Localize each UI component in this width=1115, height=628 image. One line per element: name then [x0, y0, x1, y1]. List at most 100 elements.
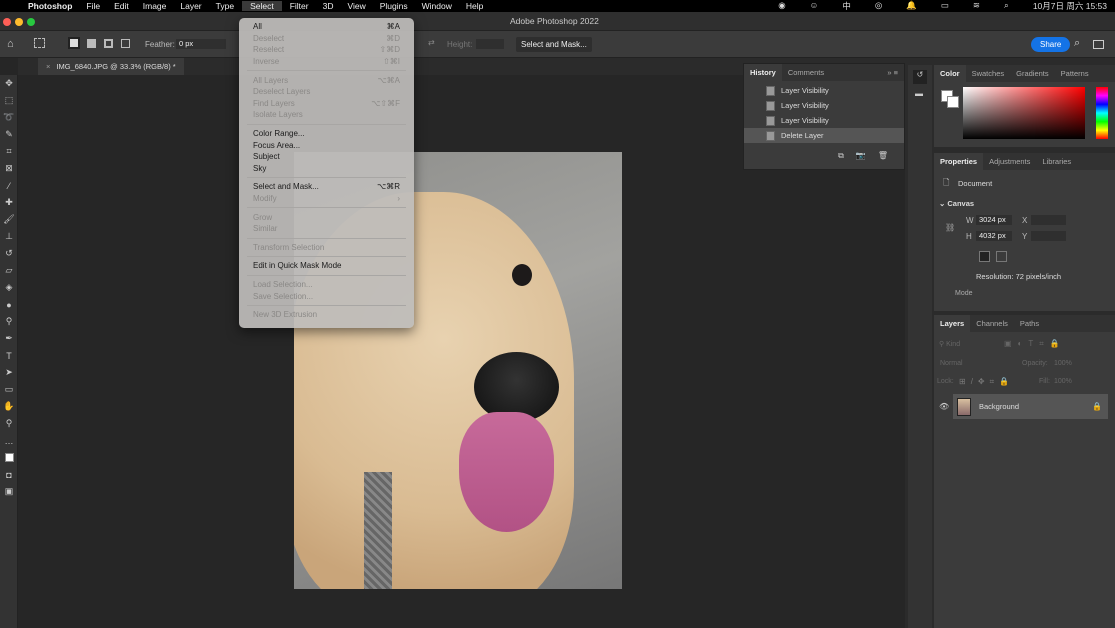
hand-tool-icon[interactable]: ✋ [0, 398, 18, 415]
width-input[interactable]: 3024 px [976, 215, 1012, 225]
document-tab[interactable]: × IMG_6840.JPG @ 33.3% (RGB/8) * [38, 58, 184, 75]
snapshot-camera-icon[interactable]: 📷 [856, 151, 866, 161]
menu-item-all[interactable]: All ⌘A [239, 21, 414, 33]
menu-view[interactable]: View [347, 1, 365, 11]
zoom-button[interactable] [27, 18, 35, 26]
frame-tool-icon[interactable]: ⊠ [0, 160, 18, 177]
x-input[interactable] [1031, 215, 1066, 225]
color-swatches-icon[interactable] [0, 449, 18, 466]
menu-help[interactable]: Help [466, 1, 483, 11]
marquee-tool-icon[interactable] [34, 38, 45, 48]
lock-icon[interactable]: 🔒 [1092, 402, 1102, 411]
eraser-tool-icon[interactable]: ▱ [0, 262, 18, 279]
select-and-mask-button[interactable]: Select and Mask... [516, 37, 592, 52]
menu-item-color-range[interactable]: Color Range... [239, 128, 414, 140]
portrait-orientation-icon[interactable] [979, 251, 990, 262]
more-tools-icon[interactable]: … [0, 432, 18, 449]
move-tool-icon[interactable]: ✥ [0, 75, 18, 92]
stamp-tool-icon[interactable]: ⊥ [0, 228, 18, 245]
history-state[interactable]: Layer Visibility [744, 98, 904, 113]
history-brush-icon[interactable]: ↺ [0, 245, 18, 262]
visibility-eye-icon[interactable]: 👁 [939, 402, 949, 411]
emoji-icon[interactable]: ☺ [810, 0, 819, 12]
creative-cloud-icon[interactable]: ◎ [875, 0, 882, 12]
wifi-icon[interactable]: ≋ [973, 0, 980, 12]
home-icon[interactable]: ⌂ [7, 38, 14, 50]
tab-libraries[interactable]: Libraries [1036, 157, 1077, 166]
tab-gradients[interactable]: Gradients [1010, 69, 1055, 78]
blend-mode-select[interactable]: Normal [940, 360, 963, 367]
link-icon[interactable]: ⛓ [945, 223, 955, 232]
quick-mask-icon[interactable]: ◘ [0, 466, 18, 483]
menu-select[interactable]: Select [242, 1, 282, 11]
panel-menu-icon[interactable]: » ≡ [881, 68, 904, 77]
new-document-from-state-icon[interactable]: ⧉ [838, 151, 844, 161]
share-button[interactable]: Share [1031, 37, 1071, 52]
y-input[interactable] [1031, 231, 1066, 241]
tab-patterns[interactable]: Patterns [1055, 69, 1095, 78]
search-icon[interactable]: ⌕ [1004, 0, 1009, 12]
menu-type[interactable]: Type [216, 1, 234, 11]
menu-item-sky[interactable]: Sky [239, 163, 414, 175]
crop-tool-icon[interactable]: ⌗ [0, 143, 18, 160]
minimize-button[interactable] [15, 18, 23, 26]
tab-channels[interactable]: Channels [970, 319, 1014, 328]
height-input[interactable] [476, 39, 504, 49]
eyedropper-tool-icon[interactable]: ⁄ [0, 177, 18, 194]
add-selection-icon[interactable] [87, 39, 96, 48]
subtract-selection-icon[interactable] [104, 39, 113, 48]
paint-bucket-icon[interactable]: ◈ [0, 279, 18, 296]
menu-layer[interactable]: Layer [180, 1, 201, 11]
menu-edit[interactable]: Edit [114, 1, 129, 11]
menu-item-edit-in-quick-mask-mode[interactable]: Edit in Quick Mask Mode [239, 260, 414, 272]
battery-icon[interactable]: ▭ [941, 0, 949, 12]
menu-file[interactable]: File [86, 1, 100, 11]
history-state[interactable]: Delete Layer [744, 128, 904, 143]
color-picker-field[interactable] [963, 87, 1085, 139]
background-color-swatch[interactable] [947, 96, 959, 108]
pen-tool-icon[interactable]: ✒ [0, 330, 18, 347]
landscape-orientation-icon[interactable] [996, 251, 1007, 262]
search-icon[interactable]: ⌕ [1074, 37, 1080, 50]
menu-filter[interactable]: Filter [290, 1, 309, 11]
workspace-icon[interactable] [1093, 40, 1104, 49]
history-state[interactable]: Layer Visibility [744, 113, 904, 128]
fill-input[interactable]: 100% [1054, 378, 1072, 385]
close-button[interactable] [3, 18, 11, 26]
tab-history[interactable]: History [744, 64, 782, 81]
tab-layers[interactable]: Layers [934, 315, 971, 332]
zoom-tool-icon[interactable]: ⚲ [0, 415, 18, 432]
tab-properties[interactable]: Properties [934, 153, 984, 170]
canvas-section[interactable]: ⌄ Canvas [939, 199, 974, 208]
lasso-tool-icon[interactable]: ➰ [0, 109, 18, 126]
path-select-icon[interactable]: ➤ [0, 364, 18, 381]
menu-window[interactable]: Window [422, 1, 452, 11]
menu-plugins[interactable]: Plugins [380, 1, 408, 11]
notification-icon[interactable]: 🔔 [906, 0, 917, 12]
quick-select-tool-icon[interactable]: ✎ [0, 126, 18, 143]
input-method[interactable]: 中 [842, 0, 851, 12]
tab-comments[interactable]: Comments [782, 68, 830, 77]
menu-3d[interactable]: 3D [323, 1, 334, 11]
tab-swatches[interactable]: Swatches [966, 69, 1011, 78]
filter-kind-select[interactable]: ⚲ Kind [939, 340, 960, 348]
opacity-input[interactable]: 100% [1054, 360, 1072, 367]
history-panel-icon[interactable]: ↺ [913, 70, 927, 84]
layer-filter-icons[interactable]: ▣◐T⌗🔒 [1004, 339, 1066, 349]
swap-icon[interactable]: ⇄ [428, 38, 435, 47]
feather-input[interactable]: 0 px [176, 39, 226, 49]
hue-slider[interactable] [1096, 87, 1108, 139]
menu-item-subject[interactable]: Subject [239, 151, 414, 163]
tab-adjustments[interactable]: Adjustments [983, 157, 1036, 166]
new-selection-icon[interactable] [68, 37, 80, 49]
trash-icon[interactable]: 🗑 [878, 151, 888, 161]
history-state[interactable]: Layer Visibility [744, 83, 904, 98]
record-icon[interactable]: ◉ [778, 0, 785, 12]
tab-color[interactable]: Color [934, 65, 966, 82]
layer-row-background[interactable]: Background 🔒 [953, 394, 1108, 419]
blur-tool-icon[interactable]: ● [0, 296, 18, 313]
height-input[interactable]: 4032 px [976, 231, 1012, 241]
brush-tool-icon[interactable]: 🖌 [0, 211, 18, 228]
menu-item-focus-area[interactable]: Focus Area... [239, 139, 414, 151]
menu-image[interactable]: Image [143, 1, 167, 11]
